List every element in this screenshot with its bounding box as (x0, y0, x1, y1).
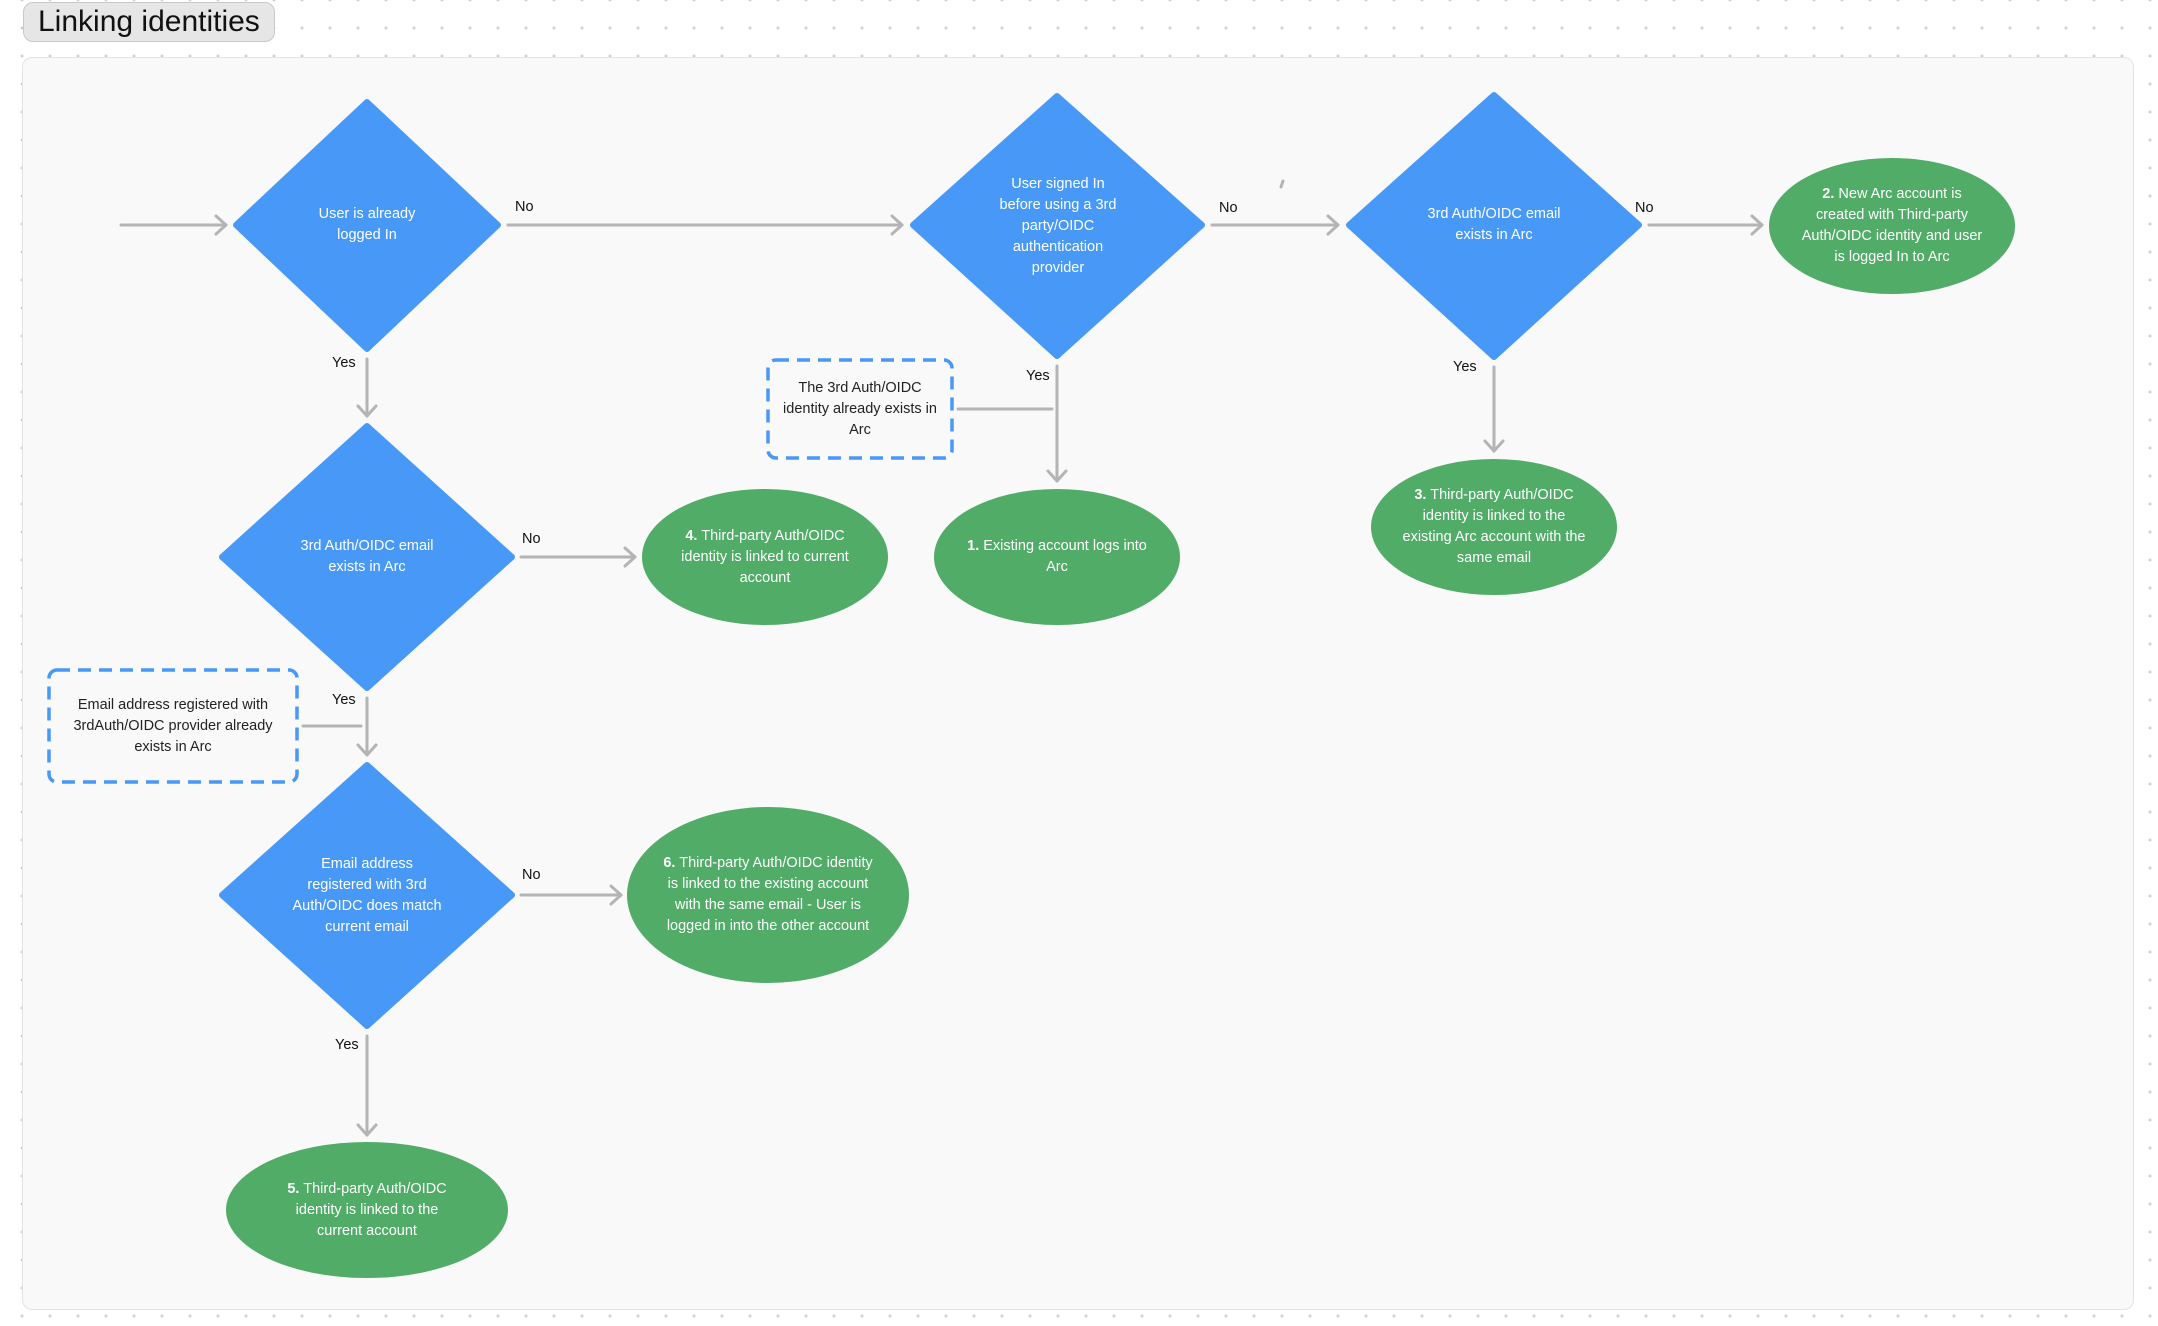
outcome-label: Third-party Auth/OIDC identity is linked… (1402, 487, 1586, 566)
outcome-label: Third-party Auth/OIDC identity is linked… (681, 527, 849, 586)
edge-label-yes: Yes (332, 355, 356, 371)
edge-label-no: No (515, 199, 534, 215)
note-text: The 3rd Auth/OIDC identity already exist… (783, 379, 937, 438)
outcome-number: 2. (1822, 186, 1835, 202)
outcome-label: Existing account logs into Arc (983, 538, 1147, 575)
outcome-label: Third-party Auth/OIDC identity is linked… (666, 855, 873, 934)
edge-label-yes: Yes (332, 692, 356, 708)
outcome-text: 2. New Arc account is created with Third… (1800, 182, 1984, 270)
decision-text: 3rd Auth/OIDC email exists in Arc (300, 538, 434, 575)
outcome-number: 4. (685, 527, 698, 544)
edge-label-no: No (1219, 200, 1238, 216)
decision-text: User is already logged In (318, 206, 416, 243)
decision-text: User signed In before using a 3rd party/… (999, 175, 1117, 276)
outcome-number: 3. (1414, 487, 1427, 503)
edge-label-no: No (522, 531, 541, 547)
edge-label-no: No (522, 867, 541, 883)
outcome-label: Third-party Auth/OIDC identity is linked… (295, 1180, 447, 1239)
outcome-text: 6. Third-party Auth/OIDC identity is lin… (662, 840, 874, 950)
outcome-number: 1. (967, 538, 980, 554)
decision-text: Email address registered with 3rd Auth/O… (292, 856, 442, 935)
outcome-text: 3. Third-party Auth/OIDC identity is lin… (1398, 483, 1590, 571)
edge-label-yes: Yes (1453, 359, 1477, 375)
note-text: Email address registered with 3rdAuth/OI… (73, 696, 273, 755)
edge-label-yes: Yes (1026, 368, 1050, 384)
outcome-number: 6. (663, 855, 676, 871)
edge-label-yes: Yes (335, 1037, 359, 1053)
outcome-number: 5. (287, 1180, 300, 1197)
edge-label-no: No (1635, 200, 1654, 216)
outcome-text: 1. Existing account logs into Arc (965, 525, 1149, 589)
outcome-text: 5. Third-party Auth/OIDC identity is lin… (272, 1177, 462, 1243)
stray-mark (1279, 179, 1285, 189)
decision-text: 3rd Auth/OIDC email exists in Arc (1427, 206, 1561, 243)
outcome-text: 4. Third-party Auth/OIDC identity is lin… (675, 524, 855, 590)
